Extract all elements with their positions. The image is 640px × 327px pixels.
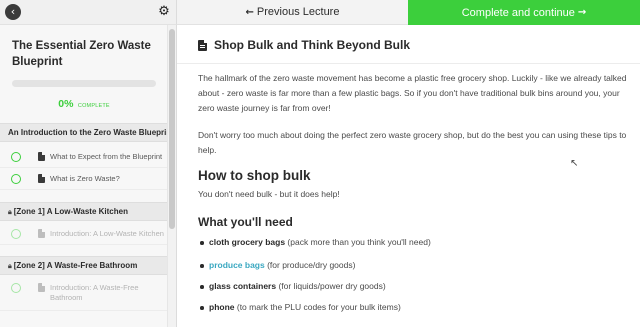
course-player: ‹ ⚙ ← Previous Lecture Complete and cont… <box>0 0 640 327</box>
lecture-content: Shop Bulk and Think Beyond Bulk The hall… <box>177 25 640 327</box>
document-icon <box>38 174 45 183</box>
section-title: [Zone 2] A Waste-Free Bathroom <box>13 261 138 270</box>
document-icon <box>198 39 207 51</box>
top-bar: ‹ ⚙ ← Previous Lecture Complete and cont… <box>0 0 640 25</box>
chevron-left-icon[interactable]: ‹ <box>5 4 21 20</box>
progress-text: 0% COMPLETE <box>12 94 156 112</box>
section-header[interactable]: An Introduction to the Zero Waste Bluepr… <box>0 123 168 142</box>
course-title: The Essential Zero Waste Blueprint <box>12 40 151 68</box>
lecture-title-text: Shop Bulk and Think Beyond Bulk <box>214 38 411 52</box>
lock-icon: 🔒︎ <box>8 262 12 270</box>
produce-bags-link[interactable]: produce bags <box>209 260 265 270</box>
lecture-title: Shop Bulk and Think Beyond Bulk <box>198 38 410 52</box>
course-sidebar: The Essential Zero Waste Blueprint 0% CO… <box>0 25 168 327</box>
gear-icon[interactable]: ⚙ <box>157 4 171 20</box>
completion-circle-icon <box>11 229 21 239</box>
lesson-title: Introduction: A Low-Waste Kitchen <box>50 229 164 238</box>
section-header[interactable]: 🔒︎ [Zone 2] A Waste-Free Bathroom <box>0 256 167 275</box>
list-item: phone (to mark the PLU codes for your bu… <box>200 302 401 312</box>
document-icon <box>38 229 45 238</box>
list-item: cloth grocery bags (pack more than you t… <box>200 237 431 247</box>
lesson-item[interactable]: Introduction: A Waste-Free Bathroom <box>0 277 167 311</box>
arrow-right-icon: → <box>577 7 587 18</box>
section-header[interactable]: 🔒︎ [Zone 1] A Low-Waste Kitchen <box>0 202 167 221</box>
lesson-item[interactable]: What is Zero Waste? <box>0 168 167 190</box>
previous-lecture-label: Previous Lecture <box>256 6 340 18</box>
intro-paragraph-2: Don't worry too much about doing the per… <box>198 130 627 155</box>
lock-icon: 🔒︎ <box>8 208 12 216</box>
progress-percent: 0% <box>58 98 74 110</box>
lesson-title: Introduction: A Waste-Free Bathroom <box>50 283 139 302</box>
course-header: The Essential Zero Waste Blueprint 0% CO… <box>0 25 167 112</box>
completion-circle-icon <box>11 283 21 293</box>
arrow-left-icon: ← <box>245 6 254 18</box>
lesson-title: What to Expect from the Blueprint <box>50 152 163 161</box>
progress-word: COMPLETE <box>77 103 110 109</box>
section-title: [Zone 1] A Low-Waste Kitchen <box>13 207 128 216</box>
document-icon <box>38 283 45 292</box>
mouse-cursor-icon: ↖ <box>570 158 579 169</box>
lesson-item[interactable]: What to Expect from the Blueprint <box>0 146 167 168</box>
previous-lecture-button[interactable]: ← Previous Lecture <box>177 0 408 25</box>
section-heading-need: What you'll need <box>198 215 293 229</box>
completion-circle-icon <box>11 174 21 184</box>
progress-bar <box>12 80 156 87</box>
section-heading-how: How to shop bulk <box>198 168 311 183</box>
document-icon <box>38 152 45 161</box>
complete-and-continue-label: Complete and continue <box>461 6 575 19</box>
complete-and-continue-button[interactable]: Complete and continue → <box>408 0 640 25</box>
completion-circle-icon <box>11 152 21 162</box>
lesson-title: What is Zero Waste? <box>50 174 120 183</box>
intro-paragraph: The hallmark of the zero waste movement … <box>198 73 627 113</box>
sidebar-scrollbar[interactable] <box>168 25 177 327</box>
list-item: glass containers (for liquids/power dry … <box>200 281 386 291</box>
lesson-item[interactable]: Introduction: A Low-Waste Kitchen <box>0 223 167 245</box>
sidebar-header: ‹ ⚙ <box>0 0 177 25</box>
scrollbar-thumb[interactable] <box>169 29 175 229</box>
divider <box>177 63 640 64</box>
how-paragraph: You don't need bulk - but it does help! <box>198 189 340 199</box>
list-item: produce bags (for produce/dry goods) <box>199 260 356 270</box>
section-title: An Introduction to the Zero Waste Bluepr… <box>8 128 168 137</box>
